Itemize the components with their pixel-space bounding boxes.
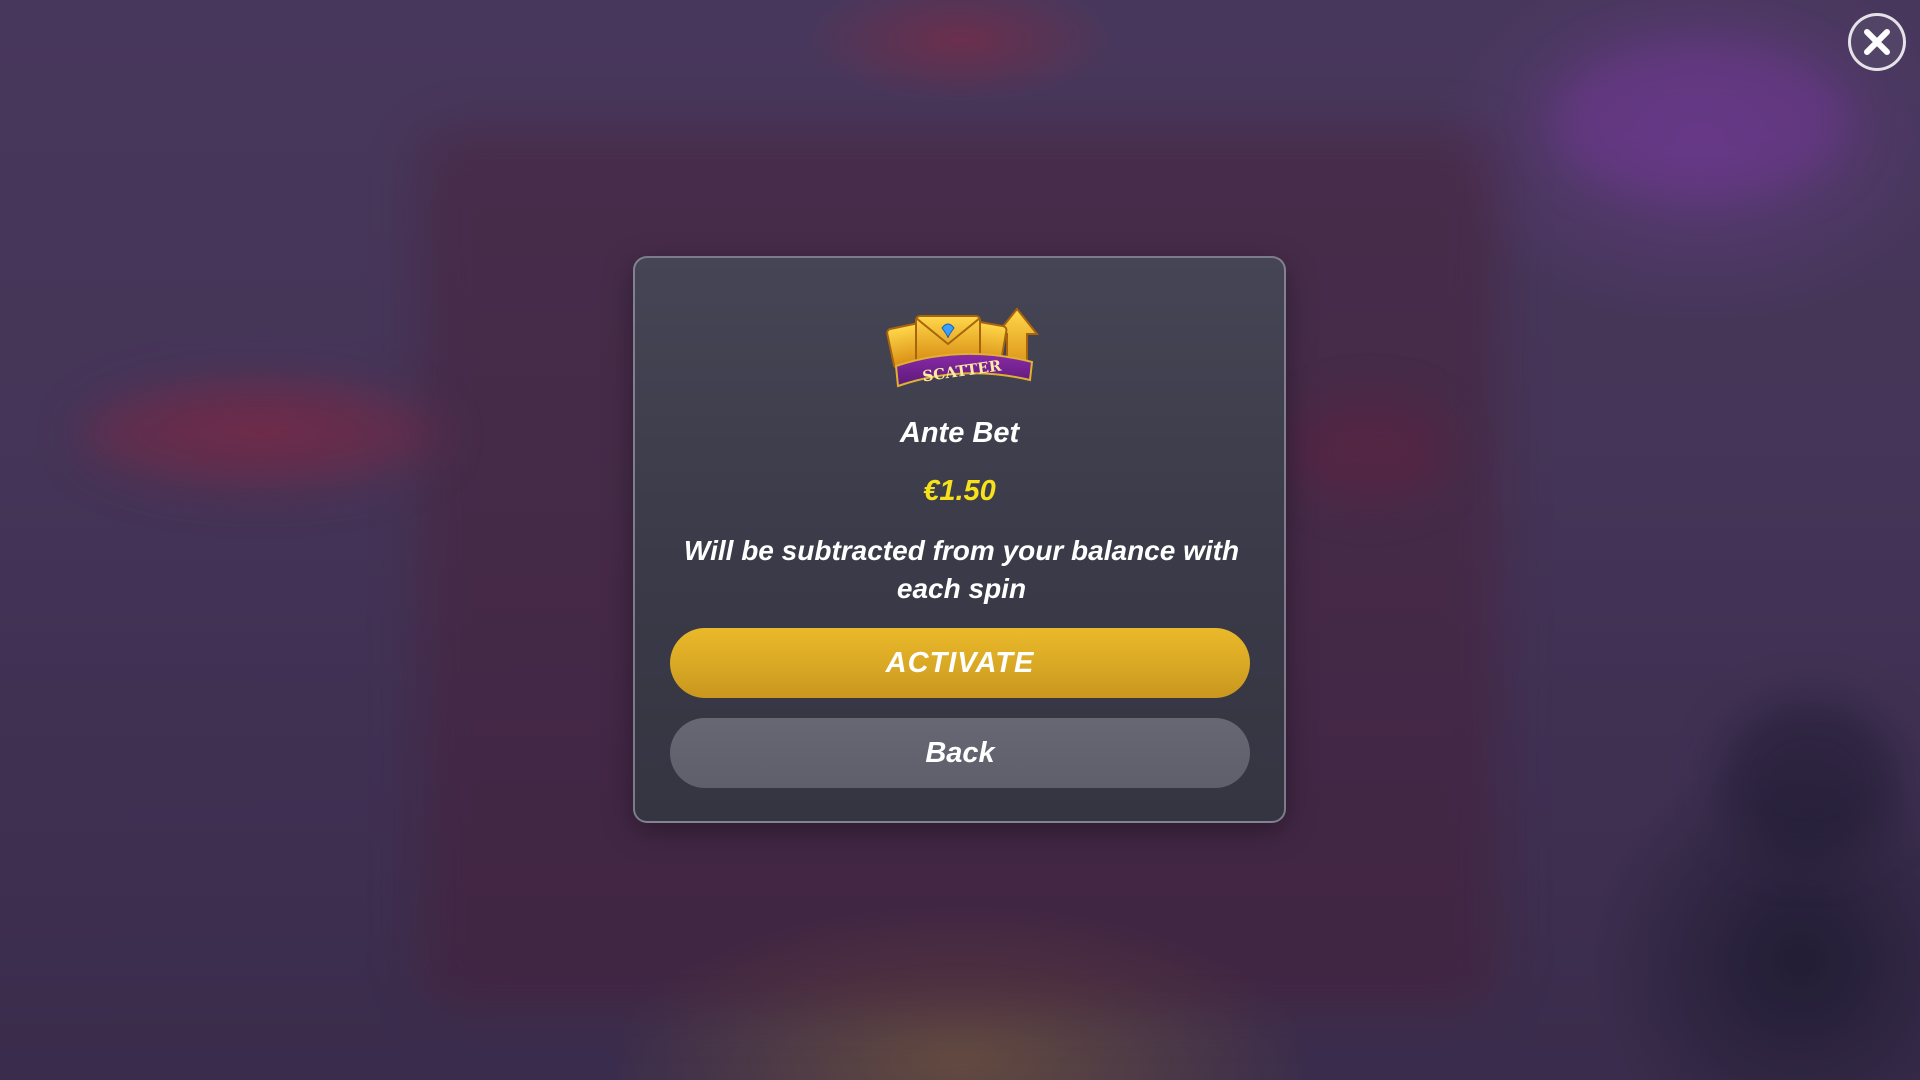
close-button[interactable] [1848,13,1906,71]
activate-button-label: ACTIVATE [885,646,1035,679]
back-button[interactable]: Back [670,718,1250,788]
dialog-title: Ante Bet [899,417,1020,449]
ante-bet-amount: €1.50 [923,475,996,507]
dialog-message: Will be subtracted from your balance wit… [683,535,1240,604]
scatter-icon: SCATTER [886,307,1040,388]
activate-button[interactable]: ACTIVATE [670,628,1250,698]
close-icon [1864,29,1890,55]
back-button-label: Back [925,736,995,769]
ante-bet-dialog: SCATTER Ante Bet €1.50 Will be subtracte… [633,256,1286,823]
